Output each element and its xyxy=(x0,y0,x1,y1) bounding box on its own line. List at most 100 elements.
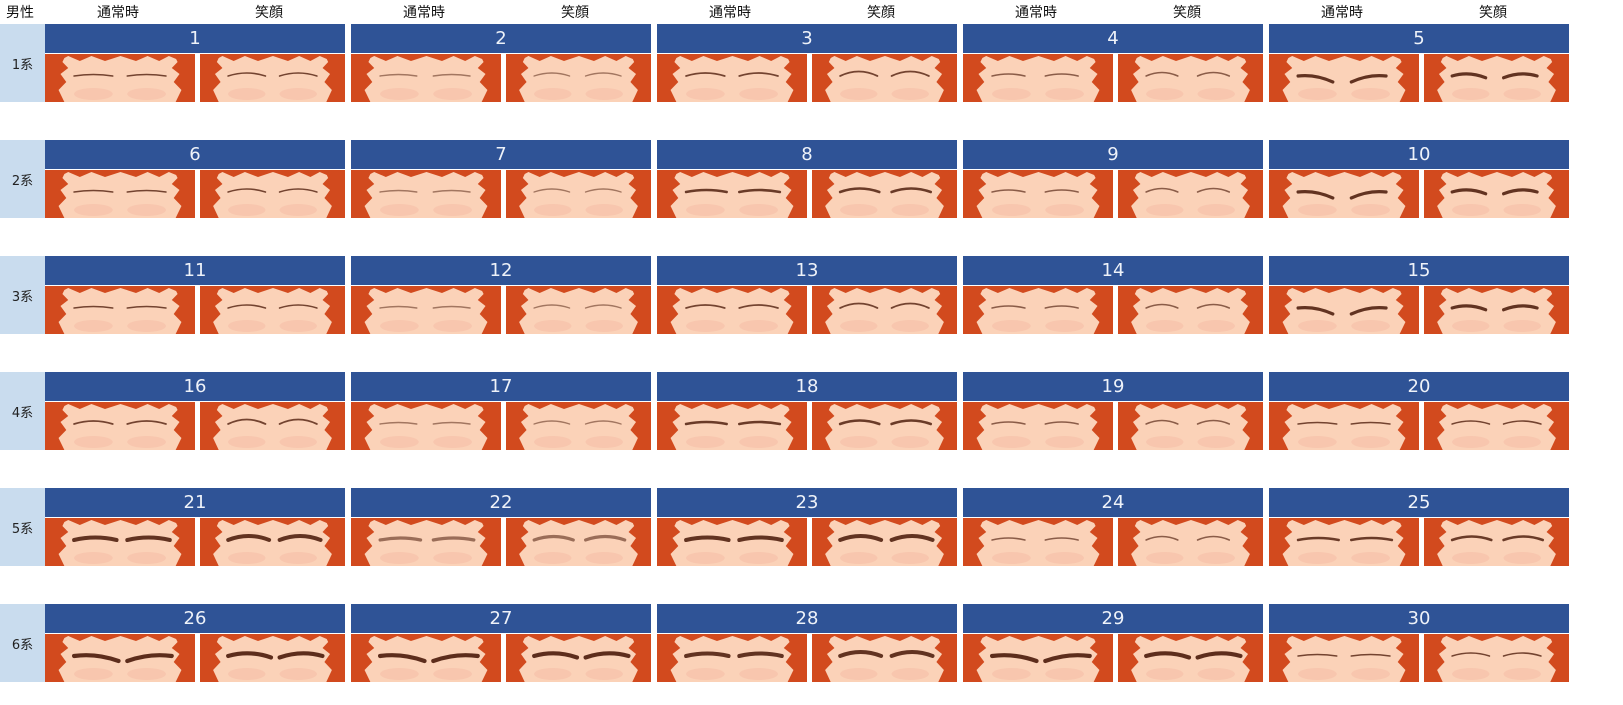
eyebrow-option[interactable]: 7 xyxy=(351,140,651,218)
header-normal-label: 通常時 xyxy=(97,5,139,21)
face-smile-image xyxy=(1118,170,1263,218)
face-normal-image xyxy=(351,286,501,334)
eyebrow-option[interactable]: 6 xyxy=(45,140,345,218)
face-smile-image xyxy=(200,170,345,218)
eyebrow-option[interactable]: 2 xyxy=(351,24,651,102)
option-number: 15 xyxy=(1269,256,1569,285)
face-normal-image xyxy=(351,54,501,102)
eyebrow-option[interactable]: 14 xyxy=(963,256,1263,334)
face-normal-image xyxy=(351,402,501,450)
option-number: 7 xyxy=(351,140,651,169)
face-normal-image xyxy=(1269,286,1419,334)
eyebrow-option[interactable]: 24 xyxy=(963,488,1263,566)
eyebrow-option[interactable]: 26 xyxy=(45,604,345,682)
eyebrow-option[interactable]: 3 xyxy=(657,24,957,102)
option-number: 2 xyxy=(351,24,651,53)
header-normal-label: 通常時 xyxy=(709,5,751,21)
eyebrow-option[interactable]: 8 xyxy=(657,140,957,218)
face-smile-image xyxy=(1424,286,1569,334)
eyebrow-option[interactable]: 22 xyxy=(351,488,651,566)
face-normal-image xyxy=(351,170,501,218)
eyebrow-option[interactable]: 21 xyxy=(45,488,345,566)
eyebrow-row: 2系 6 7 8 9 10 xyxy=(0,140,1623,218)
face-smile-image xyxy=(200,54,345,102)
option-number: 4 xyxy=(963,24,1263,53)
option-number: 5 xyxy=(1269,24,1569,53)
option-number: 10 xyxy=(1269,140,1569,169)
face-normal-image xyxy=(1269,634,1419,682)
eyebrow-option[interactable]: 20 xyxy=(1269,372,1569,450)
eyebrow-option[interactable]: 30 xyxy=(1269,604,1569,682)
eyebrow-option[interactable]: 23 xyxy=(657,488,957,566)
eyebrow-option[interactable]: 11 xyxy=(45,256,345,334)
face-normal-image xyxy=(45,402,195,450)
row-label: 5系 xyxy=(0,488,45,566)
eyebrow-option[interactable]: 29 xyxy=(963,604,1263,682)
corner-label: 男性 xyxy=(6,5,34,21)
face-smile-image xyxy=(812,518,957,566)
header-smile-label: 笑顔 xyxy=(561,5,589,21)
face-smile-image xyxy=(1424,518,1569,566)
header-smile-label: 笑顔 xyxy=(1173,5,1201,21)
option-number: 14 xyxy=(963,256,1263,285)
eyebrow-row: 1系 1 2 3 4 5 xyxy=(0,24,1623,102)
eyebrow-option[interactable]: 25 xyxy=(1269,488,1569,566)
eyebrow-option[interactable]: 19 xyxy=(963,372,1263,450)
face-smile-image xyxy=(812,54,957,102)
face-smile-image xyxy=(506,170,651,218)
eyebrow-row: 5系 21 22 23 24 25 xyxy=(0,488,1623,566)
face-normal-image xyxy=(45,518,195,566)
header-smile-label: 笑顔 xyxy=(867,5,895,21)
face-normal-image xyxy=(963,170,1113,218)
eyebrow-option[interactable]: 15 xyxy=(1269,256,1569,334)
option-number: 11 xyxy=(45,256,345,285)
option-number: 28 xyxy=(657,604,957,633)
row-label: 3系 xyxy=(0,256,45,334)
option-number: 19 xyxy=(963,372,1263,401)
face-normal-image xyxy=(45,170,195,218)
eyebrow-option[interactable]: 18 xyxy=(657,372,957,450)
eyebrow-option[interactable]: 10 xyxy=(1269,140,1569,218)
eyebrow-option[interactable]: 1 xyxy=(45,24,345,102)
option-number: 3 xyxy=(657,24,957,53)
option-number: 23 xyxy=(657,488,957,517)
option-number: 17 xyxy=(351,372,651,401)
face-smile-image xyxy=(812,634,957,682)
face-smile-image xyxy=(1424,54,1569,102)
eyebrow-option[interactable]: 27 xyxy=(351,604,651,682)
face-smile-image xyxy=(812,170,957,218)
eyebrow-option[interactable]: 17 xyxy=(351,372,651,450)
face-smile-image xyxy=(200,402,345,450)
eyebrow-option[interactable]: 4 xyxy=(963,24,1263,102)
eyebrow-option[interactable]: 13 xyxy=(657,256,957,334)
face-normal-image xyxy=(1269,402,1419,450)
eyebrow-option[interactable]: 12 xyxy=(351,256,651,334)
face-normal-image xyxy=(657,170,807,218)
header-smile-label: 笑顔 xyxy=(1479,5,1507,21)
eyebrow-option[interactable]: 5 xyxy=(1269,24,1569,102)
option-number: 25 xyxy=(1269,488,1569,517)
face-normal-image xyxy=(963,54,1113,102)
eyebrow-option[interactable]: 28 xyxy=(657,604,957,682)
eyebrow-option[interactable]: 16 xyxy=(45,372,345,450)
face-normal-image xyxy=(963,402,1113,450)
option-number: 24 xyxy=(963,488,1263,517)
face-smile-image xyxy=(1118,54,1263,102)
eyebrow-row: 4系 16 17 18 19 20 xyxy=(0,372,1623,450)
face-normal-image xyxy=(351,634,501,682)
eyebrow-option[interactable]: 9 xyxy=(963,140,1263,218)
face-smile-image xyxy=(200,634,345,682)
option-number: 27 xyxy=(351,604,651,633)
option-number: 1 xyxy=(45,24,345,53)
option-number: 20 xyxy=(1269,372,1569,401)
row-label: 6系 xyxy=(0,604,45,682)
option-number: 16 xyxy=(45,372,345,401)
header-normal-label: 通常時 xyxy=(403,5,445,21)
face-normal-image xyxy=(657,634,807,682)
face-normal-image xyxy=(45,286,195,334)
face-normal-image xyxy=(1269,518,1419,566)
face-normal-image xyxy=(657,402,807,450)
header-smile-label: 笑顔 xyxy=(255,5,283,21)
face-normal-image xyxy=(45,634,195,682)
eyebrow-row: 3系 11 12 13 14 15 xyxy=(0,256,1623,334)
